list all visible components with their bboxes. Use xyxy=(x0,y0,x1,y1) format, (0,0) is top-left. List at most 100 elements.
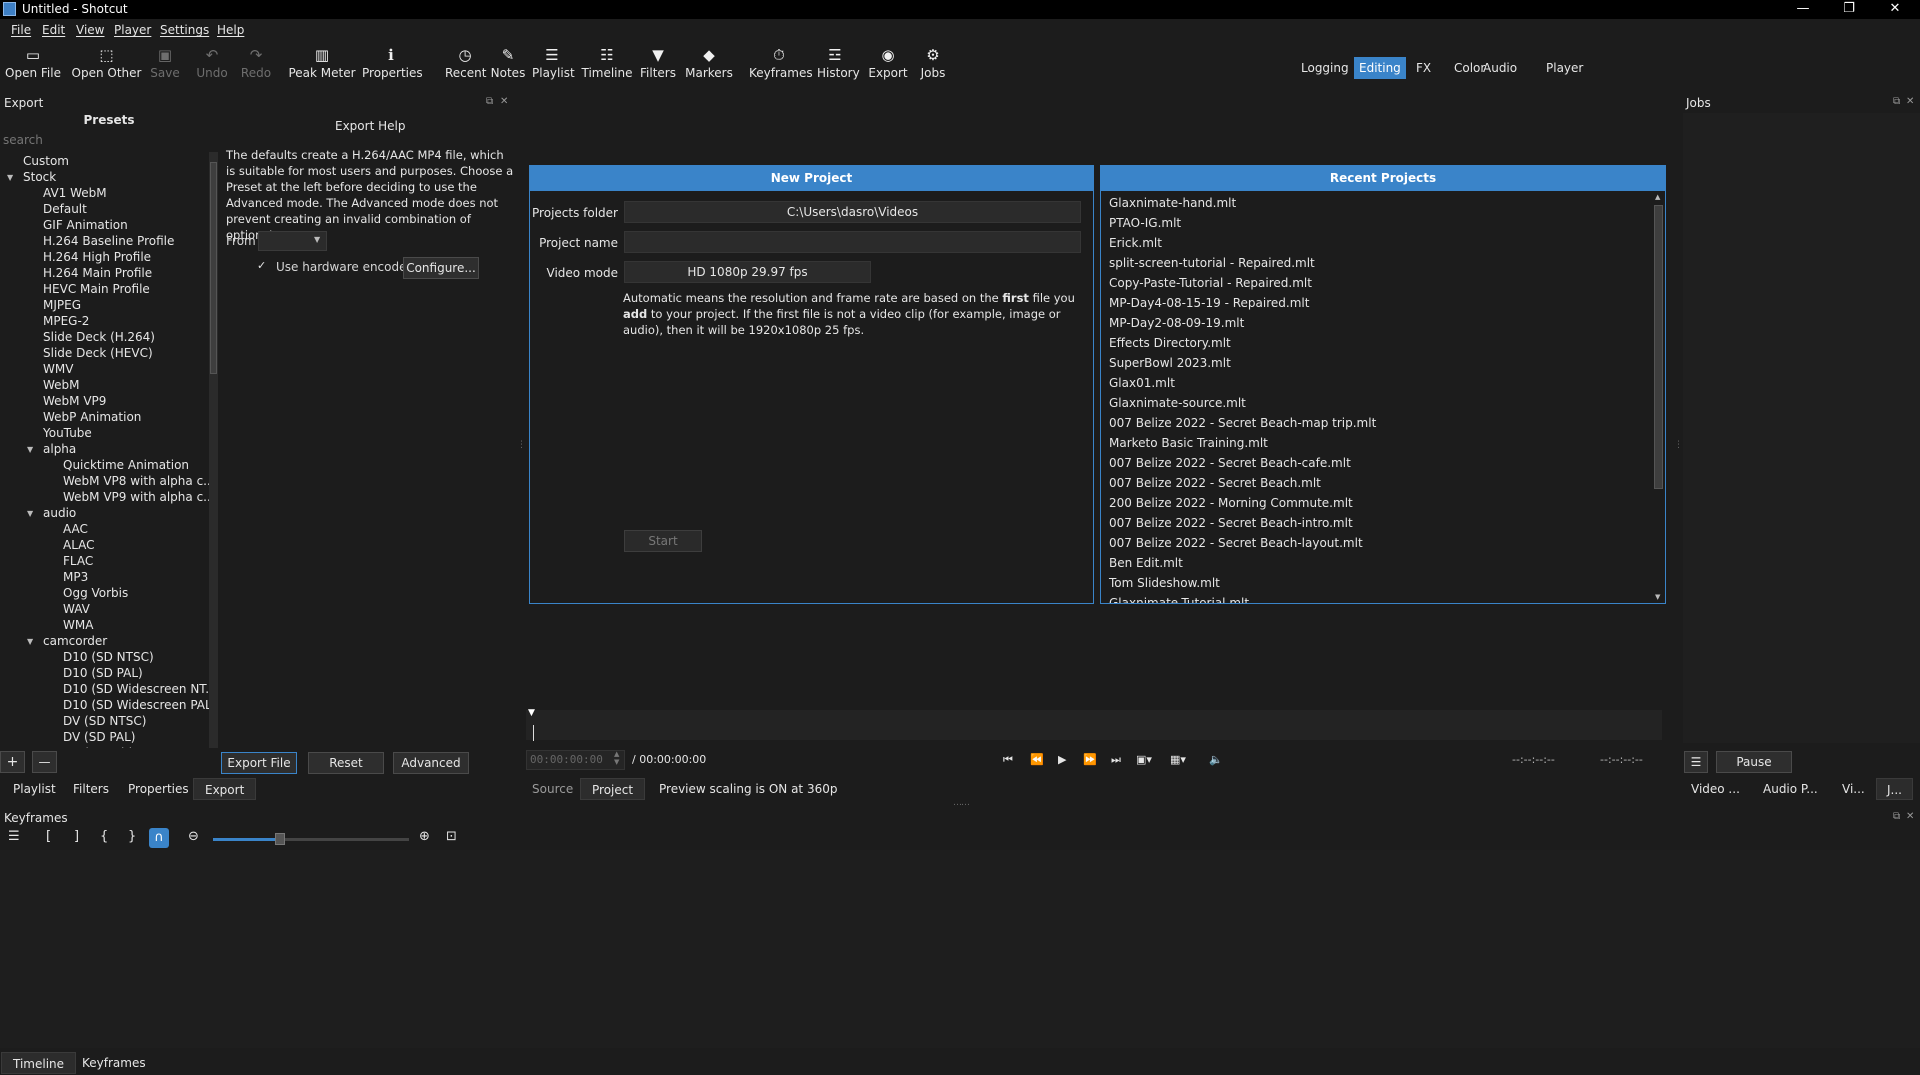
menu-player[interactable]: Player xyxy=(114,23,151,37)
remove-preset-button[interactable]: — xyxy=(32,751,57,773)
history-button[interactable]: ☲ History xyxy=(817,44,860,86)
playhead-icon[interactable]: ▼ xyxy=(528,708,535,718)
recent-project-item[interactable]: 007 Belize 2022 - Secret Beach-intro.mlt xyxy=(1109,516,1353,534)
keyframes-button[interactable]: ⏱ Keyframes xyxy=(749,44,813,86)
layout-editing[interactable]: Editing xyxy=(1354,57,1406,79)
layout-audio[interactable]: Audio xyxy=(1478,57,1522,79)
minimize-button[interactable]: — xyxy=(1780,0,1826,19)
zoom-in-icon[interactable]: ⊕ xyxy=(419,829,430,844)
menu-help[interactable]: Help xyxy=(217,23,244,37)
jobs-menu-icon[interactable]: ☰ xyxy=(1684,751,1708,773)
jobs-button[interactable]: ⚙ Jobs xyxy=(915,44,951,86)
keyframes-area[interactable] xyxy=(0,850,1920,1048)
set-filter-end-icon[interactable]: ] xyxy=(74,829,79,844)
project-name-input[interactable] xyxy=(624,231,1081,253)
preset-item[interactable]: DV (SD NTSC) xyxy=(63,714,146,730)
grid-icon[interactable]: ▦▾ xyxy=(1170,753,1186,766)
close-button[interactable]: ✕ xyxy=(1872,0,1918,19)
preset-item[interactable]: Default xyxy=(43,202,87,218)
snap-icon[interactable]: ∩ xyxy=(149,828,169,848)
recent-project-item[interactable]: Effects Directory.mlt xyxy=(1109,336,1231,354)
recent-project-item[interactable]: 200 Belize 2022 - Morning Commute.mlt xyxy=(1109,496,1353,514)
preset-item[interactable]: D10 (SD PAL) xyxy=(63,666,143,682)
preset-item[interactable]: WebM VP8 with alpha c... xyxy=(63,474,209,490)
open-other-button[interactable]: ⬚ Open Other xyxy=(70,44,143,86)
export-dock-close-icon[interactable]: ✕ xyxy=(500,96,508,107)
keyframes-dock-float-icon[interactable]: ⧉ xyxy=(1893,811,1900,822)
menu-settings[interactable]: Settings xyxy=(160,23,209,37)
preset-item[interactable]: alpha xyxy=(43,442,76,458)
projects-folder-field[interactable]: C:\Users\dasro\Videos xyxy=(624,201,1081,223)
keyframes-dock-close-icon[interactable]: ✕ xyxy=(1906,811,1914,822)
preset-item[interactable]: D10 (SD Widescreen NT... xyxy=(63,682,209,698)
scroll-down-icon[interactable]: ▼ xyxy=(1655,593,1660,601)
preset-item[interactable]: H.264 High Profile xyxy=(43,250,151,266)
recent-button[interactable]: ◷ Recent xyxy=(445,44,486,86)
zoom-slider-handle[interactable] xyxy=(275,833,285,845)
open-file-button[interactable]: ▭ Open File xyxy=(3,44,63,86)
tab-video[interactable]: Vi... xyxy=(1834,778,1873,800)
tree-expand-icon[interactable]: ▼ xyxy=(27,445,33,454)
preset-item[interactable]: MP3 xyxy=(63,570,88,586)
recent-project-item[interactable]: Ben Edit.mlt xyxy=(1109,556,1183,574)
recent-projects-list[interactable]: Glaxnimate-hand.mlt PTAO-IG.mlt Erick.mlt s… xyxy=(1101,193,1651,603)
export-dock-float-icon[interactable]: ⧉ xyxy=(486,96,493,107)
tab-keyframes[interactable]: Keyframes xyxy=(71,1052,157,1074)
properties-button[interactable]: ℹ Properties xyxy=(362,44,423,86)
volume-icon[interactable]: 🔈 xyxy=(1209,753,1223,766)
reset-button[interactable]: Reset xyxy=(308,752,384,774)
zoom-fit-icon[interactable]: ⊡ xyxy=(446,829,457,844)
tab-properties[interactable]: Properties xyxy=(117,778,200,800)
from-select[interactable]: ▼ xyxy=(258,231,327,251)
set-second-simple-keyframe-icon[interactable]: } xyxy=(128,829,136,844)
tab-timeline[interactable]: Timeline xyxy=(1,1052,77,1074)
skip-next-icon[interactable]: ⏭ xyxy=(1111,753,1121,767)
keyframes-menu-icon[interactable]: ☰ xyxy=(8,829,20,844)
preset-item[interactable]: WAV xyxy=(63,602,90,618)
recent-project-item[interactable]: Erick.mlt xyxy=(1109,236,1162,254)
tree-expand-icon[interactable]: ▼ xyxy=(27,509,33,518)
jobs-list[interactable] xyxy=(1683,113,1920,743)
layout-fx[interactable]: FX xyxy=(1411,57,1436,79)
tab-jobs[interactable]: J... xyxy=(1876,778,1913,800)
preset-item[interactable]: Ogg Vorbis xyxy=(63,586,128,602)
presets-scrollbar[interactable] xyxy=(209,152,218,748)
tree-expand-icon[interactable]: ▼ xyxy=(7,173,13,182)
set-first-simple-keyframe-icon[interactable]: { xyxy=(100,829,108,844)
tab-video-scope[interactable]: Video ... xyxy=(1683,778,1748,800)
recent-project-item[interactable]: Tom Slideshow.mlt xyxy=(1109,576,1220,594)
recent-scrollbar[interactable]: ▲ ▼ xyxy=(1652,193,1665,603)
export-file-button[interactable]: Export File xyxy=(221,752,297,774)
filters-button[interactable]: ▼ Filters xyxy=(637,44,679,86)
preset-item[interactable]: MPEG-2 xyxy=(43,314,89,330)
preset-item[interactable]: DV (SD PAL) xyxy=(63,730,135,746)
preset-item[interactable]: WebM VP9 with alpha c... xyxy=(63,490,209,506)
rewind-icon[interactable]: ⏪ xyxy=(1030,753,1044,766)
horizontal-splitter-handle[interactable]: …… xyxy=(953,798,970,808)
layout-player[interactable]: Player xyxy=(1541,57,1588,79)
preset-item[interactable]: WMV xyxy=(43,362,73,378)
recent-project-item[interactable]: Marketo Basic Training.mlt xyxy=(1109,436,1268,454)
configure-button[interactable]: Configure... xyxy=(403,257,479,279)
zoom-slider[interactable] xyxy=(213,833,409,845)
jobs-dock-close-icon[interactable]: ✕ xyxy=(1906,96,1914,107)
recent-scrollbar-thumb[interactable] xyxy=(1654,205,1663,489)
export-button[interactable]: ◉ Export xyxy=(865,44,911,86)
save-button[interactable]: ▣ Save xyxy=(147,44,183,86)
preset-item[interactable]: D10 (SD Widescreen PAL) xyxy=(63,698,209,714)
preset-item[interactable]: GIF Animation xyxy=(43,218,128,234)
preset-item[interactable]: WebM VP9 xyxy=(43,394,106,410)
tab-source[interactable]: Source xyxy=(521,778,584,800)
presets-scrollbar-thumb[interactable] xyxy=(210,162,217,374)
undo-button[interactable]: ↶ Undo xyxy=(193,44,231,86)
menu-view[interactable]: View xyxy=(76,23,104,37)
preset-item[interactable]: H.264 Baseline Profile xyxy=(43,234,174,250)
zoom-icon[interactable]: ▣▾ xyxy=(1136,753,1152,766)
tab-project[interactable]: Project xyxy=(580,778,646,800)
preset-item[interactable]: AV1 WebM xyxy=(43,186,107,202)
recent-project-item[interactable]: PTAO-IG.mlt xyxy=(1109,216,1181,234)
recent-project-item[interactable]: MP-Day4-08-15-19 - Repaired.mlt xyxy=(1109,296,1309,314)
layout-logging[interactable]: Logging xyxy=(1296,57,1354,79)
splitter-handle[interactable]: ⋮ xyxy=(517,440,526,450)
preset-item[interactable]: Slide Deck (H.264) xyxy=(43,330,155,346)
